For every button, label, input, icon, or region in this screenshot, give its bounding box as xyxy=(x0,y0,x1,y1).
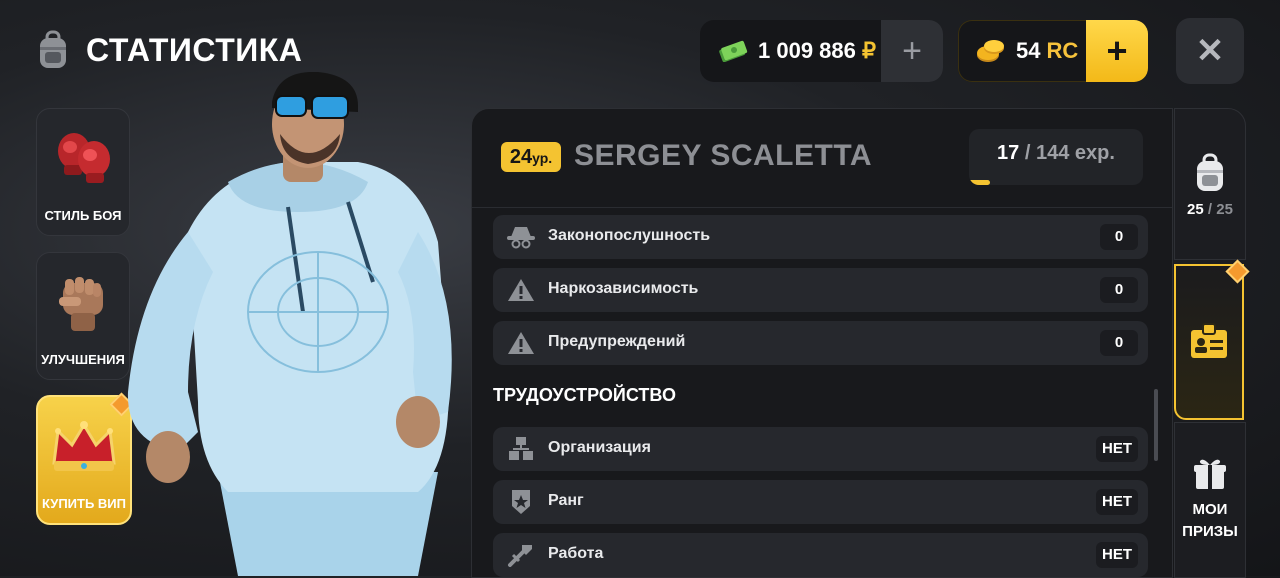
nav-statistics[interactable] xyxy=(1174,264,1244,420)
organization-icon xyxy=(507,437,535,461)
employment-value: НЕТ xyxy=(1096,489,1138,515)
employment-section-title: ТРУДОУСТРОЙСТВО xyxy=(493,385,676,405)
scrollbar[interactable] xyxy=(1154,389,1158,461)
level-badge: 24 ур. xyxy=(501,142,561,172)
employment-row-organization: Организация НЕТ xyxy=(493,427,1148,471)
player-header: 24 ур. SERGEY SCALETTA 17 / 144 exp. xyxy=(472,109,1172,208)
fist-icon xyxy=(59,277,103,331)
crown-icon xyxy=(52,421,116,471)
employment-label: Организация xyxy=(548,439,651,456)
stat-label: Законопослушность xyxy=(548,227,711,244)
employment-label: Ранг xyxy=(548,492,584,509)
page-title: СТАТИСТИКА xyxy=(86,31,303,68)
experience-box: 17 / 144 exp. xyxy=(969,129,1143,185)
boxing-gloves-icon xyxy=(58,133,110,183)
nav-fight-style-label: СТИЛЬ БОЯ xyxy=(44,208,122,223)
stat-label: Предупреждений xyxy=(548,333,686,350)
player-character xyxy=(127,72,452,576)
backpack-icon xyxy=(40,30,66,68)
employment-row-work: Работа НЕТ xyxy=(493,533,1148,577)
level-number: 24 xyxy=(509,146,533,168)
rank-badge-icon xyxy=(507,490,535,514)
id-card-icon xyxy=(1191,323,1227,358)
nav-inventory[interactable]: 25 / 25 xyxy=(1174,108,1246,260)
warning-icon xyxy=(507,331,535,355)
player-name: SERGEY SCALETTA xyxy=(574,139,873,172)
stat-row-addiction: Наркозависимость 0 xyxy=(493,268,1148,312)
stat-value: 0 xyxy=(1100,224,1138,250)
nav-buy-vip-label: КУПИТЬ ВИП xyxy=(41,496,126,511)
stat-value: 0 xyxy=(1100,277,1138,303)
gold-balance: 54 RC + xyxy=(958,20,1148,82)
experience-text: 17 / 144 exp. xyxy=(997,142,1115,164)
statistics-panel: 24 ур. SERGEY SCALETTA 17 / 144 exp. Зако… xyxy=(471,108,1173,578)
nav-my-prizes-label: МОИ ПРИЗЫ xyxy=(1182,501,1238,540)
gold-bars-icon xyxy=(977,40,1004,62)
nav-upgrades[interactable]: УЛУЧШЕНИЯ xyxy=(36,252,130,380)
nav-fight-style[interactable]: СТИЛЬ БОЯ xyxy=(36,108,130,236)
gift-icon xyxy=(1194,459,1226,489)
cash-icon xyxy=(719,40,748,62)
inventory-count: 25 / 25 xyxy=(1187,201,1233,218)
nav-my-prizes[interactable]: МОИ ПРИЗЫ xyxy=(1174,422,1246,578)
spy-hat-icon xyxy=(507,225,535,249)
level-unit: ур. xyxy=(532,150,553,166)
stat-label: Наркозависимость xyxy=(548,280,699,297)
stat-row-law: Законопослушность 0 xyxy=(493,215,1148,259)
employment-value: НЕТ xyxy=(1096,542,1138,568)
stat-value: 0 xyxy=(1100,330,1138,356)
add-money-button[interactable]: + xyxy=(881,20,943,82)
nav-upgrades-label: УЛУЧШЕНИЯ xyxy=(41,352,125,367)
employment-value: НЕТ xyxy=(1096,436,1138,462)
money-value: 1 009 886 ₽ xyxy=(758,38,876,63)
employment-label: Работа xyxy=(548,545,604,562)
page-header: СТАТИСТИКА xyxy=(36,30,302,70)
employment-row-rank: Ранг НЕТ xyxy=(493,480,1148,524)
money-balance: 1 009 886 ₽ + xyxy=(700,20,943,82)
close-button[interactable]: ✕ xyxy=(1176,18,1244,84)
warning-icon xyxy=(507,278,535,302)
backpack-icon xyxy=(1197,153,1223,191)
stat-row-warnings: Предупреждений 0 xyxy=(493,321,1148,365)
add-gold-button[interactable]: + xyxy=(1086,20,1148,82)
gold-value: 54 RC xyxy=(1016,38,1079,63)
work-tools-icon xyxy=(507,543,535,567)
experience-progress-bar xyxy=(969,180,990,185)
